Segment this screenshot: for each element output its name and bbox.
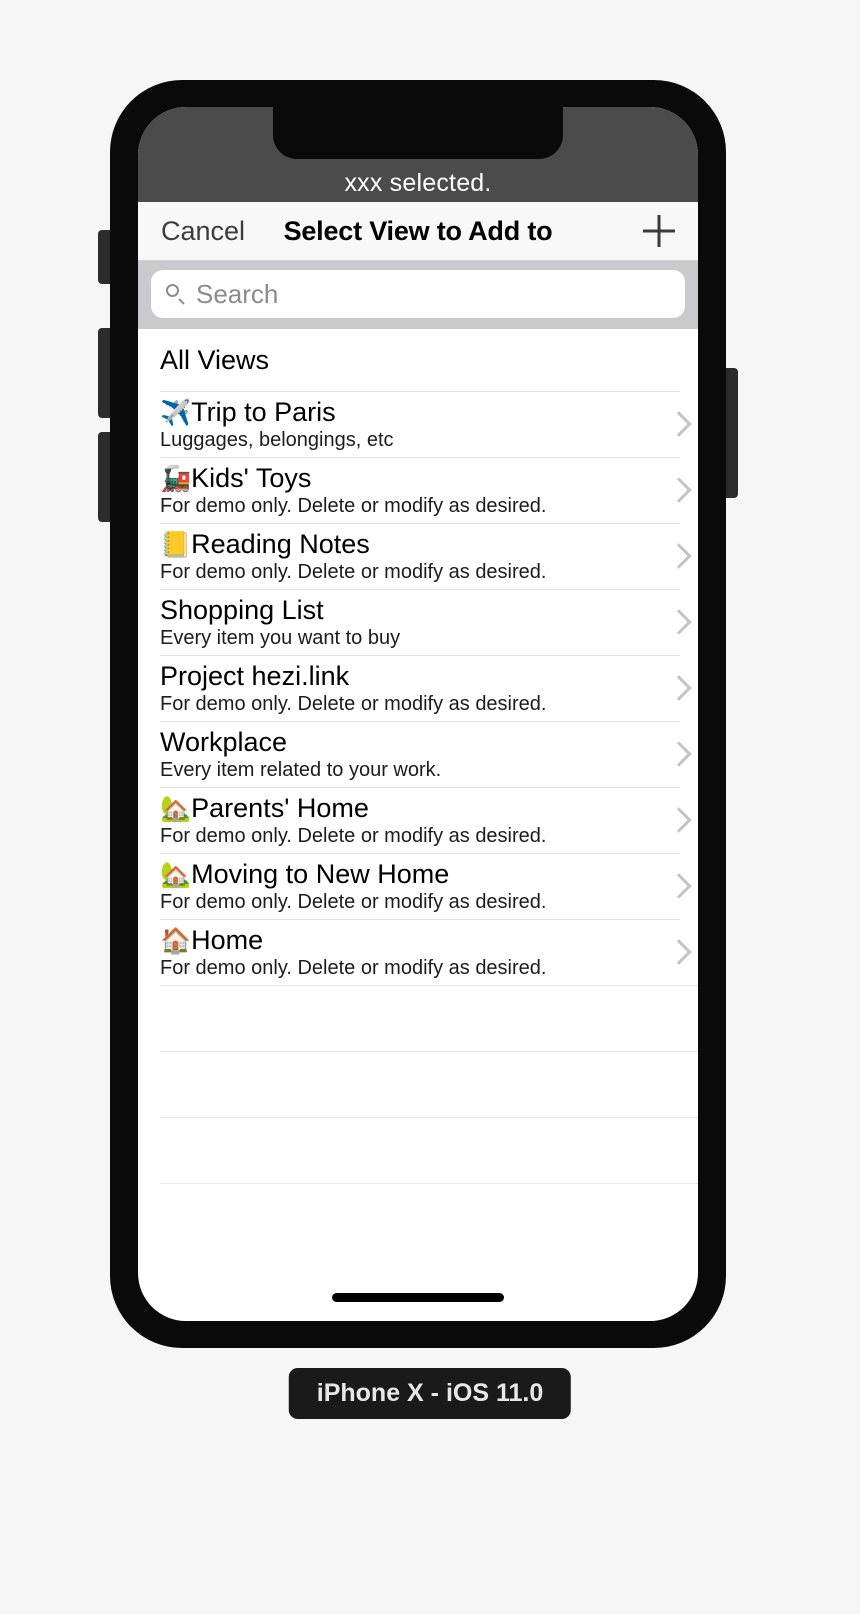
list-item-title: 🏡Parents' Home	[160, 793, 680, 823]
volume-up-button[interactable]	[98, 328, 110, 418]
list-item-title: Project hezi.link	[160, 661, 680, 691]
navigation-bar: Cancel Select View to Add to	[138, 202, 698, 261]
list-item-content: 🏡Parents' Home For demo only. Delete or m…	[160, 787, 680, 853]
search-icon	[165, 283, 187, 305]
status-bar: xxx selected.	[138, 107, 698, 202]
list-item-title: ✈️Trip to Paris	[160, 397, 680, 427]
list-item-title-text: Moving to New Home	[191, 858, 450, 889]
empty-list-row	[138, 1183, 698, 1249]
notch	[273, 107, 563, 159]
list-item-title: 📒Reading Notes	[160, 529, 680, 559]
list-item-title: Shopping List	[160, 595, 680, 625]
home-indicator[interactable]	[332, 1293, 504, 1302]
airplane-icon: ✈️	[160, 398, 192, 427]
search-placeholder: Search	[196, 278, 279, 309]
status-bar-text: xxx selected.	[344, 169, 492, 197]
section-header-all-views: All Views	[138, 329, 698, 391]
list-item[interactable]: Workplace Every item related to your work…	[138, 721, 698, 787]
device-label: iPhone X - iOS 11.0	[288, 1368, 572, 1419]
notebook-icon: 📒	[160, 530, 192, 559]
list-item-content: Project hezi.link For demo only. Delete o…	[160, 655, 680, 721]
list-item-title: 🚂Kids' Toys	[160, 463, 680, 493]
list-item[interactable]: Project hezi.link For demo only. Delete o…	[138, 655, 698, 721]
list-item-content: 🏠Home For demo only. Delete or modify as …	[160, 919, 680, 985]
list-item-content: Shopping List Every item you want to buy	[160, 589, 680, 655]
list-item-title-text: Kids' Toys	[191, 462, 312, 493]
list-item-title-text: Trip to Paris	[191, 396, 336, 427]
list-rows-container: ✈️Trip to Paris Luggages, belongings, etc…	[138, 391, 698, 985]
add-button[interactable]	[640, 212, 678, 250]
search-bar-container: Search	[138, 261, 698, 329]
empty-rows-container	[138, 985, 698, 1249]
list-item[interactable]: 🏡Moving to New Home For demo only. Delete…	[138, 853, 698, 919]
empty-list-row	[138, 1051, 698, 1117]
house-with-garden-icon: 🏡	[160, 794, 192, 823]
list-item[interactable]: ✈️Trip to Paris Luggages, belongings, etc	[138, 391, 698, 457]
views-list: All Views ✈️Trip to Paris Luggages, belon…	[138, 329, 698, 1249]
locomotive-icon: 🚂	[160, 464, 192, 493]
search-input[interactable]: Search	[151, 270, 685, 318]
device-screen: xxx selected. Cancel Select View to Add …	[138, 107, 698, 1321]
list-item-subtitle: For demo only. Delete or modify as desir…	[160, 495, 547, 518]
house-with-garden-icon: 🏡	[160, 860, 192, 889]
list-item[interactable]: 🏡Parents' Home For demo only. Delete or m…	[138, 787, 698, 853]
list-item-title-text: Project hezi.link	[160, 660, 350, 691]
list-item-subtitle: For demo only. Delete or modify as desir…	[160, 693, 547, 716]
cancel-button[interactable]: Cancel	[161, 216, 245, 247]
list-item-subtitle: Luggages, belongings, etc	[160, 429, 394, 452]
volume-down-button[interactable]	[98, 432, 110, 522]
list-item-title: 🏡Moving to New Home	[160, 859, 680, 889]
list-item-subtitle: For demo only. Delete or modify as desir…	[160, 825, 547, 848]
list-item-title-text: Parents' Home	[191, 792, 369, 823]
empty-list-row	[138, 1117, 698, 1183]
device-frame: xxx selected. Cancel Select View to Add …	[98, 80, 738, 1348]
list-item-subtitle: For demo only. Delete or modify as desir…	[160, 957, 547, 980]
list-item-title-text: Shopping List	[160, 594, 324, 625]
list-item-title: 🏠Home	[160, 925, 680, 955]
list-item-content: 🚂Kids' Toys For demo only. Delete or modi…	[160, 457, 680, 523]
list-item-content: 🏡Moving to New Home For demo only. Delete…	[160, 853, 680, 919]
empty-row-separator	[160, 1183, 698, 1249]
list-item-title-text: Home	[191, 924, 264, 955]
list-item-subtitle: For demo only. Delete or modify as desir…	[160, 561, 547, 584]
list-item-content: Workplace Every item related to your work…	[160, 721, 680, 787]
list-item-content: 📒Reading Notes For demo only. Delete or m…	[160, 523, 680, 589]
list-item-content: ✈️Trip to Paris Luggages, belongings, etc	[160, 391, 680, 457]
empty-row-separator	[160, 985, 698, 1051]
list-item-subtitle: For demo only. Delete or modify as desir…	[160, 891, 547, 914]
list-item[interactable]: 📒Reading Notes For demo only. Delete or m…	[138, 523, 698, 589]
list-item-title-text: Workplace	[160, 726, 288, 757]
empty-row-separator	[160, 1117, 698, 1183]
list-item[interactable]: 🚂Kids' Toys For demo only. Delete or modi…	[138, 457, 698, 523]
list-item-subtitle: Every item related to your work.	[160, 759, 442, 782]
empty-list-row	[138, 985, 698, 1051]
empty-row-separator	[160, 1051, 698, 1117]
mute-switch[interactable]	[98, 230, 110, 284]
power-button[interactable]	[726, 368, 738, 498]
list-item[interactable]: Shopping List Every item you want to buy	[138, 589, 698, 655]
house-icon: 🏠	[160, 926, 192, 955]
list-item-title-text: Reading Notes	[191, 528, 370, 559]
list-item-title: Workplace	[160, 727, 680, 757]
list-item-subtitle: Every item you want to buy	[160, 627, 401, 650]
list-item[interactable]: 🏠Home For demo only. Delete or modify as …	[138, 919, 698, 985]
